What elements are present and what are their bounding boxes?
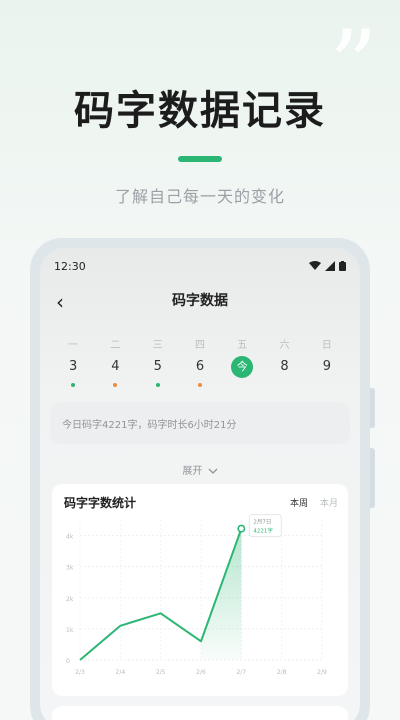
phone-screen: 12:30 ‹ 码字数据 一3二4三5四6五今六8日9 今日码字4221字，码字…	[40, 248, 360, 720]
weekday-label: 三	[152, 340, 163, 351]
activity-dot	[197, 383, 202, 387]
y-tick-label: 3k	[66, 565, 74, 572]
activity-dot	[71, 383, 76, 387]
today-summary-text: 今日码字4221字，码字时长6小时21分	[62, 419, 237, 431]
y-tick-label: 2k	[66, 596, 74, 603]
day-number: 9	[322, 359, 331, 374]
phone-side-button	[370, 388, 375, 428]
chart-title: 码字字数统计	[64, 496, 137, 510]
signal-icon	[325, 261, 335, 271]
y-tick-label: 4k	[66, 534, 74, 541]
activity-dot	[283, 383, 287, 387]
day-number: 5	[153, 359, 162, 374]
activity-dot	[240, 383, 244, 387]
status-icons	[309, 261, 346, 271]
day-number: 6	[195, 359, 205, 374]
word-count-chart-card: 0 1k 2k 3k 4k 2/3 2/4 2/5 2/6 2/7 2/8 2/9 2月7日 4221字 …	[52, 484, 348, 696]
tab-month[interactable]: 本月	[320, 496, 338, 509]
y-tick-label: 0	[66, 658, 70, 665]
calendar-day[interactable]: 日9	[306, 336, 348, 387]
calendar-day[interactable]: 六8	[263, 336, 305, 387]
today-summary: 今日码字4221字，码字时长6小时21分	[50, 402, 350, 444]
calendar-day[interactable]: 五今	[221, 336, 263, 387]
phone-side-button	[370, 448, 375, 508]
expand-label: 展开	[182, 466, 203, 477]
range-tabs: 本周 本月	[290, 496, 338, 509]
next-card	[52, 706, 348, 720]
x-tick-label: 2/7	[237, 669, 247, 676]
x-tick-label: 2/6	[196, 669, 206, 676]
back-icon[interactable]: ‹	[56, 290, 64, 314]
day-number: 8	[280, 359, 289, 374]
weekday-label: 一	[68, 340, 79, 351]
day-number: 3	[69, 359, 78, 374]
battery-icon	[339, 261, 346, 271]
x-tick-label: 2/9	[317, 669, 327, 676]
x-tick-label: 2/4	[116, 669, 126, 676]
activity-dot	[113, 383, 118, 387]
status-time: 12:30	[54, 259, 86, 273]
expand-button[interactable]: 展开	[40, 462, 360, 477]
y-tick-label: 1k	[66, 627, 74, 634]
status-bar: 12:30	[54, 258, 346, 274]
promo-title: 码字数据记录	[74, 88, 326, 134]
tooltip-value: 4221字	[253, 527, 273, 535]
wifi-icon	[309, 261, 321, 270]
nav-bar: ‹ 码字数据	[40, 288, 360, 314]
x-tick-label: 2/5	[156, 669, 166, 676]
chevron-down-icon	[208, 468, 218, 474]
page-title: 码字数据	[172, 293, 228, 309]
today-badge: 今	[231, 356, 254, 378]
tooltip-date: 2月7日	[253, 519, 271, 526]
calendar-day[interactable]: 一3	[52, 336, 94, 387]
activity-dot	[325, 383, 329, 387]
tab-week[interactable]: 本周	[290, 496, 308, 509]
x-tick-label: 2/3	[75, 669, 85, 676]
weekday-label: 四	[194, 340, 205, 351]
phone-mockup: 12:30 ‹ 码字数据 一3二4三5四6五今六8日9 今日码字4221字，码字…	[30, 238, 375, 720]
promo-subtitle: 了解自己每一天的变化	[114, 187, 285, 206]
weekday-label: 日	[321, 340, 332, 351]
week-calendar: 一3二4三5四6五今六8日9	[52, 336, 348, 387]
x-tick-label: 2/8	[277, 669, 287, 676]
weekday-label: 六	[279, 340, 290, 351]
weekday-label: 五	[237, 340, 248, 351]
weekday-label: 二	[110, 340, 121, 351]
calendar-day[interactable]: 二4	[94, 336, 136, 387]
data-point	[237, 524, 246, 533]
activity-dot	[155, 383, 160, 387]
accent-bar	[178, 156, 222, 162]
day-number: 4	[111, 359, 120, 374]
calendar-day[interactable]: 三5	[137, 336, 179, 387]
word-count-chart: 0 1k 2k 3k 4k 2/3 2/4 2/5 2/6 2/7 2/8 2/9 2月7日4221字	[66, 514, 327, 676]
calendar-day[interactable]: 四6	[179, 336, 221, 387]
